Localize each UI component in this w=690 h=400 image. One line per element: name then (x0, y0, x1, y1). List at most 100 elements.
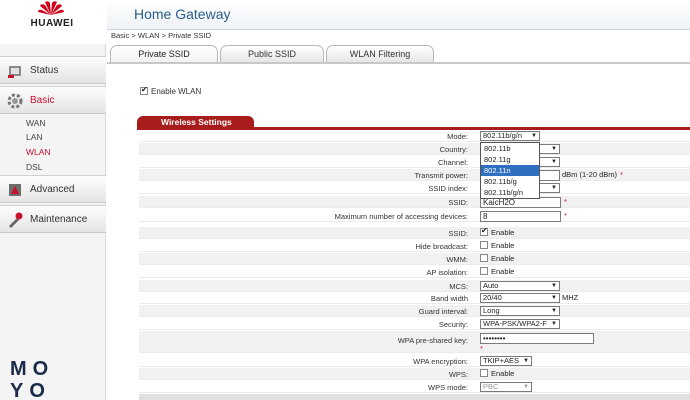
chevron-down-icon: ▼ (551, 308, 557, 314)
sidebar-item-maintenance[interactable]: Maintenance (0, 205, 106, 233)
chevron-down-icon: ▼ (523, 384, 529, 390)
moyo-watermark: MO YO (10, 358, 54, 400)
chevron-down-icon: ▼ (551, 321, 557, 327)
ssid-name-label: SSID: (448, 198, 468, 207)
form-row-ssid-enable: SSID: Enable (139, 226, 690, 240)
form-row-max-devices: Maximum number of accessing devices: 8 * (139, 210, 690, 223)
advanced-icon (9, 184, 21, 196)
mode-label: Mode: (447, 132, 468, 141)
sidebar-subitem-lan[interactable]: LAN (26, 132, 43, 142)
wps-mode-select[interactable]: PBC ▼ (480, 382, 532, 392)
form-row-wmm: WMM: Enable (139, 253, 690, 266)
sidebar-subitem-wlan[interactable]: WLAN (26, 147, 51, 157)
wps-checkbox[interactable] (480, 369, 488, 377)
form-row-ssid-name: SSID: KaicH2O * (139, 196, 690, 209)
chevron-down-icon: ▼ (551, 295, 557, 301)
form-row-channel: Channel: ▼ (139, 156, 690, 169)
wps-mode-label: WPS mode: (427, 383, 468, 392)
chevron-down-icon: ▼ (531, 133, 537, 139)
security-value: WPA-PSK/WPA2-F (483, 319, 547, 328)
enable-wlan-checkbox[interactable] (140, 85, 148, 95)
form-row-wpa-key: WPA pre-shared key: •••••••• * (139, 331, 690, 353)
band-width-unit: MHZ (562, 293, 579, 302)
ssid-enable-option: Enable (491, 228, 515, 237)
wpa-key-label: WPA pre-shared key: (397, 336, 468, 345)
hide-broadcast-label: Hide broadcast: (415, 242, 468, 251)
band-width-select[interactable]: 20/40 ▼ (480, 293, 560, 303)
mode-option[interactable]: 802.11b (481, 143, 539, 154)
guard-interval-select[interactable]: Long ▼ (480, 306, 560, 316)
transmit-power-hint: dBm (1-20 dBm) (562, 170, 618, 179)
sidebar-item-advanced[interactable]: Advanced (0, 175, 106, 203)
form-row-transmit-power: Transmit power: dBm (1-20 dBm) * (139, 169, 690, 182)
guard-interval-value: Long (483, 306, 500, 315)
security-label: Security: (438, 320, 468, 329)
wpa-encryption-select[interactable]: TKIP+AES ▼ (480, 356, 532, 366)
chevron-down-icon: ▼ (551, 159, 557, 165)
mode-dropdown-list[interactable]: 802.11b 802.11g 802.11n 802.11b/g 802.11… (480, 142, 540, 199)
maintenance-icon (9, 212, 23, 228)
form-row-country: Country: ▼ (139, 143, 690, 156)
tab-divider (107, 62, 690, 64)
channel-label: Channel: (437, 158, 468, 167)
sidebar-item-label: Basic (30, 95, 55, 106)
form-row-wpa-encryption: WPA encryption: TKIP+AES ▼ (139, 355, 690, 368)
huawei-logo: HUAWEI (0, 0, 106, 44)
huawei-petals-icon (38, 1, 64, 16)
status-icon (8, 66, 21, 78)
enable-wlan-row: Enable WLAN (140, 85, 201, 96)
wpa-key-input[interactable]: •••••••• (480, 333, 594, 344)
mode-option[interactable]: 802.11b/g (481, 176, 539, 187)
wpa-encryption-label: WPA encryption: (413, 357, 468, 366)
sidebar-subitem-wan[interactable]: WAN (26, 118, 46, 128)
form-row-guard-interval: Guard interval: Long ▼ (139, 305, 690, 318)
mcs-label: MCS: (449, 282, 468, 291)
sidebar-subitem-dsl[interactable]: DSL (26, 162, 43, 172)
chevron-down-icon: ▼ (551, 185, 557, 191)
mode-select[interactable]: 802.11b/g/n ▼ (480, 131, 540, 141)
ssid-index-label: SSID index: (428, 184, 468, 193)
tab-wlan-filtering[interactable]: WLAN Filtering (326, 45, 434, 62)
page-title: Home Gateway (134, 6, 231, 22)
mode-option[interactable]: 802.11b/g/n (481, 187, 539, 198)
ssid-enable-checkbox[interactable] (480, 226, 488, 236)
required-mark: * (564, 211, 567, 220)
watermark-text-bottom: YO (10, 380, 51, 400)
bottom-bar (139, 394, 690, 400)
mode-option[interactable]: 802.11g (481, 154, 539, 165)
wpa-encryption-value: TKIP+AES (483, 356, 520, 365)
wmm-label: WMM: (446, 255, 468, 264)
form-row-wps: WPS: Enable (139, 368, 690, 381)
ap-isolation-label: AP isolation: (426, 268, 468, 277)
chevron-down-icon: ▼ (551, 146, 557, 152)
wmm-option: Enable (491, 254, 515, 263)
max-devices-label: Maximum number of accessing devices: (334, 212, 468, 221)
form-row-band-width: Band width 20/40 ▼ MHZ (139, 292, 690, 305)
wmm-checkbox[interactable] (480, 254, 488, 262)
hide-broadcast-checkbox[interactable] (480, 241, 488, 249)
sidebar-item-status[interactable]: Status (0, 56, 106, 84)
guard-interval-label: Guard interval: (418, 307, 468, 316)
tab-public-ssid[interactable]: Public SSID (220, 45, 324, 62)
country-label: Country: (439, 145, 468, 154)
chevron-down-icon: ▼ (523, 358, 529, 364)
chevron-down-icon: ▼ (551, 283, 557, 289)
breadcrumb: Basic > WLAN > Private SSID (111, 31, 212, 40)
form-row-wps-mode: WPS mode: PBC ▼ (139, 381, 690, 394)
gear-icon (7, 93, 23, 109)
security-select[interactable]: WPA-PSK/WPA2-F ▼ (480, 319, 560, 329)
form-row-mode: Mode: 802.11b/g/n ▼ (139, 130, 690, 143)
mcs-value: Auto (483, 281, 499, 290)
transmit-power-label: Transmit power: (414, 171, 469, 180)
required-mark: * (620, 170, 623, 179)
mode-option-highlighted[interactable]: 802.11n (481, 165, 539, 176)
wps-option: Enable (491, 369, 515, 378)
ap-isolation-checkbox[interactable] (480, 267, 488, 275)
required-mark: * (480, 344, 483, 353)
tab-private-ssid[interactable]: Private SSID (110, 45, 218, 62)
sidebar-item-basic[interactable]: Basic (0, 86, 106, 114)
watermark-text-top: MO (10, 358, 55, 380)
mcs-select[interactable]: Auto ▼ (480, 281, 560, 291)
required-mark: * (564, 197, 567, 206)
max-devices-input[interactable]: 8 (480, 211, 561, 222)
